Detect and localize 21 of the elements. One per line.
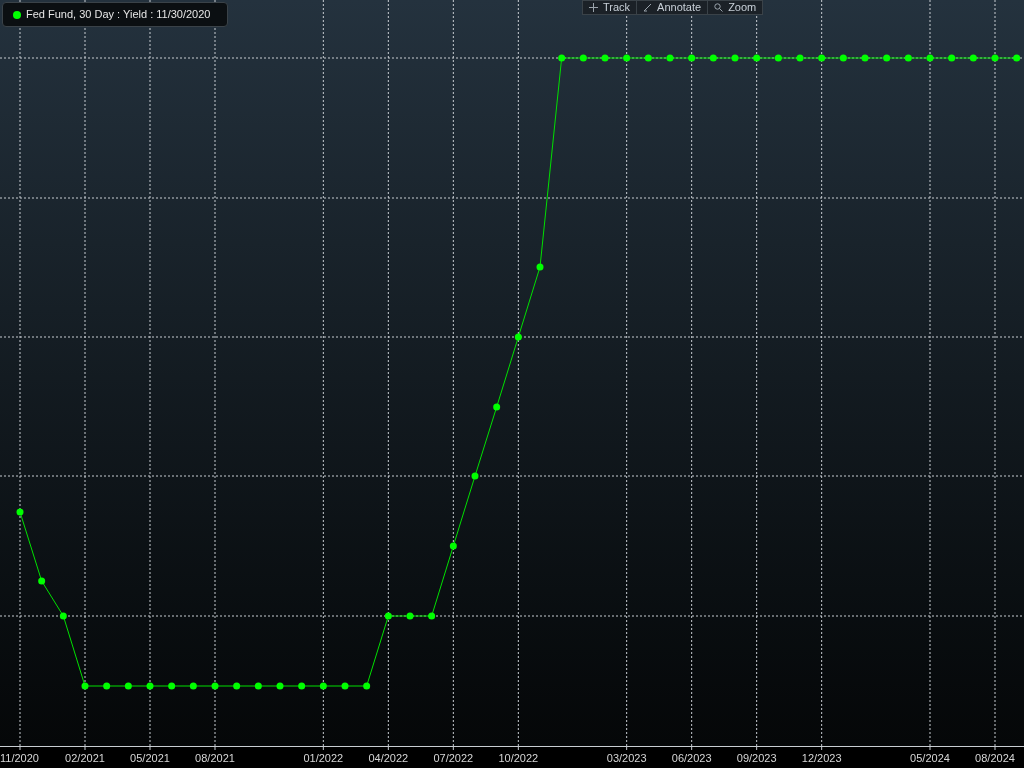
toolbar-button[interactable]: Track [583,1,638,14]
x-axis-label: 12/2023 [801,751,842,766]
search-icon [714,3,724,12]
pencil-icon [643,3,653,12]
x-axis-label: 05/2021 [130,751,170,766]
toolbar-button[interactable]: Zoom [708,1,763,14]
x-axis-label: 10/2022 [498,751,539,766]
x-axis-label: 11/2020 [0,751,39,766]
x-axis-label: 05/2024 [910,751,950,766]
x-axis-label: 06/2023 [671,751,712,766]
x-axis-label: 03/2023 [606,751,647,766]
x-axis-label: 02/2021 [65,751,105,766]
x-axis-label: 08/2021 [195,751,235,766]
series-label: Fed Fund, 30 Day : Yield : 11/30/2020 [26,7,211,23]
x-axis-label: 04/2022 [368,751,409,766]
x-axis-label: 01/2022 [303,751,344,766]
x-axis-label: 08/2024 [975,751,1015,766]
toolbar-button[interactable]: Annotate [637,1,709,14]
x-axis-label: 07/2022 [433,751,474,766]
crosshair-icon [589,3,598,12]
x-axis-label: 09/2023 [736,751,777,766]
